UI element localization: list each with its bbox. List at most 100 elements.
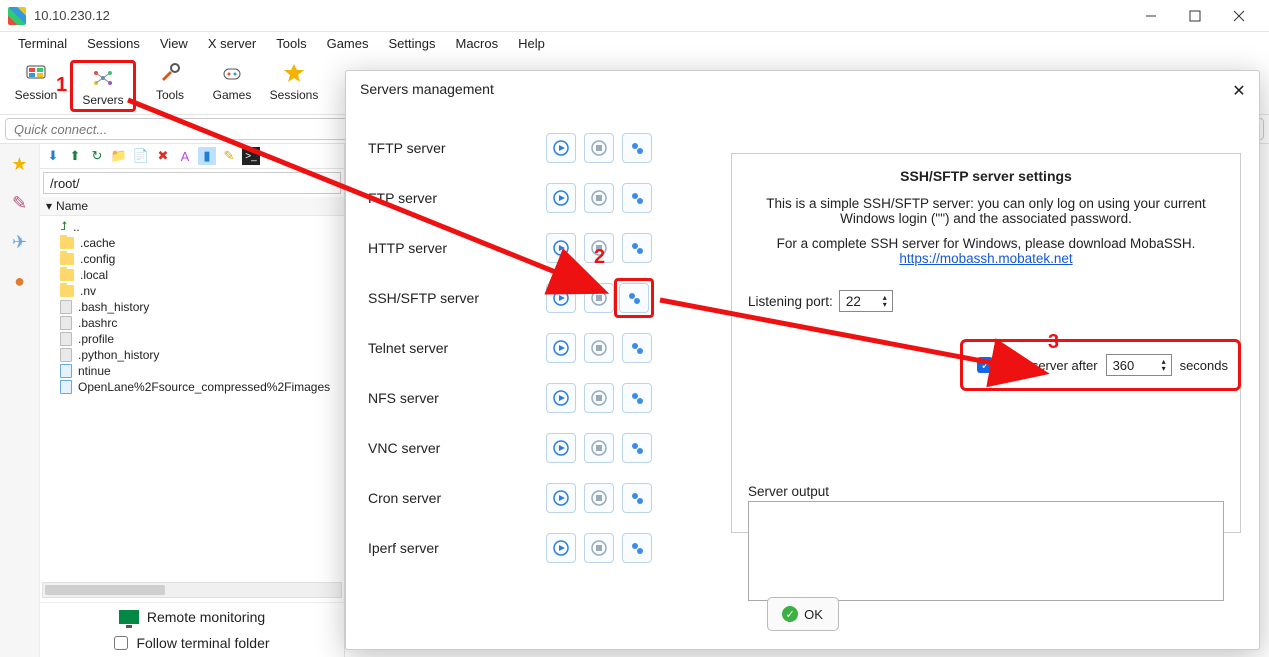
toolbar-sessions[interactable]: Sessions [266, 60, 322, 102]
stop-after-checkbox[interactable]: ✓ [977, 357, 993, 373]
menu-tools[interactable]: Tools [268, 36, 314, 51]
delete-icon[interactable]: ✖ [154, 147, 172, 165]
start-button[interactable] [546, 283, 576, 313]
props-icon[interactable]: A [176, 147, 194, 165]
menu-help[interactable]: Help [510, 36, 553, 51]
server-label: NFS server [368, 390, 538, 406]
terminal-icon[interactable]: >_ [242, 147, 260, 165]
server-label: VNC server [368, 440, 538, 456]
select-icon[interactable]: ▮ [198, 147, 216, 165]
sftp-file-list: ⮥.. .cache .config .local .nv .bash_hist… [40, 216, 344, 578]
file-row[interactable]: .bashrc [40, 315, 344, 331]
stop-button[interactable] [584, 533, 614, 563]
remote-monitoring[interactable]: Remote monitoring [50, 609, 334, 625]
file-row[interactable]: ntinue [40, 363, 344, 379]
stop-after-input[interactable]: 360 ▴▾ [1106, 354, 1172, 376]
start-button[interactable] [546, 233, 576, 263]
maximize-button[interactable] [1173, 2, 1217, 30]
file-row[interactable]: .nv [40, 283, 344, 299]
file-row[interactable]: .local [40, 267, 344, 283]
sftp-header: ▾ Name [40, 197, 344, 216]
close-button[interactable] [1217, 2, 1261, 30]
stop-button[interactable] [584, 133, 614, 163]
horizontal-scrollbar[interactable] [42, 582, 342, 598]
configure-button[interactable] [622, 383, 652, 413]
configure-button[interactable] [622, 233, 652, 263]
configure-button[interactable] [622, 433, 652, 463]
server-label: HTTP server [368, 240, 538, 256]
send-icon[interactable]: ✈ [12, 232, 27, 253]
annotation-2: 2 [594, 246, 605, 269]
server-row-nfs: NFS server [368, 373, 698, 423]
menu-games[interactable]: Games [319, 36, 377, 51]
start-button[interactable] [546, 533, 576, 563]
servers-management-dialog: ✕ Servers management TFTP server FTP ser… [345, 70, 1260, 650]
file-row-parent[interactable]: ⮥.. [40, 218, 344, 235]
stop-button[interactable] [584, 183, 614, 213]
stop-button[interactable] [584, 433, 614, 463]
edit-icon[interactable]: ✎ [220, 147, 238, 165]
start-button[interactable] [546, 433, 576, 463]
upload-icon[interactable]: ⬆ [66, 147, 84, 165]
file-row[interactable]: .cache [40, 235, 344, 251]
configure-button[interactable] [622, 183, 652, 213]
start-button[interactable] [546, 383, 576, 413]
new-file-icon[interactable]: 📄 [132, 147, 150, 165]
stop-button[interactable] [584, 483, 614, 513]
download-icon[interactable]: ⬇ [44, 147, 62, 165]
tools-strip-icon[interactable]: ✎ [12, 193, 27, 214]
menu-terminal[interactable]: Terminal [10, 36, 75, 51]
configure-button[interactable] [622, 483, 652, 513]
server-output: Server output [748, 484, 1224, 604]
minimize-button[interactable] [1129, 2, 1173, 30]
mobassh-link[interactable]: https://mobassh.mobatek.net [899, 251, 1072, 266]
toolbar-servers-label: Servers [82, 93, 123, 107]
spinner-icon[interactable]: ▴▾ [880, 294, 890, 308]
menu-macros[interactable]: Macros [447, 36, 506, 51]
file-row[interactable]: .config [40, 251, 344, 267]
menu-sessions[interactable]: Sessions [79, 36, 148, 51]
server-row-telnet: Telnet server [368, 323, 698, 373]
follow-terminal-folder[interactable]: Follow terminal folder [50, 635, 334, 651]
toolbar-games[interactable]: Games [204, 60, 260, 102]
check-icon: ✓ [782, 606, 798, 622]
new-folder-icon[interactable]: 📁 [110, 147, 128, 165]
server-output-textarea[interactable] [748, 501, 1224, 601]
start-button[interactable] [546, 333, 576, 363]
file-row[interactable]: .profile [40, 331, 344, 347]
menu-xserver[interactable]: X server [200, 36, 264, 51]
title-bar: 10.10.230.12 [0, 0, 1269, 32]
checkbox-icon[interactable] [114, 636, 128, 650]
server-row-iperf: Iperf server [368, 523, 698, 573]
start-button[interactable] [546, 483, 576, 513]
configure-button[interactable] [622, 133, 652, 163]
dialog-close-button[interactable]: ✕ [1225, 77, 1253, 105]
star-icon [281, 60, 307, 86]
server-label: SSH/SFTP server [368, 290, 538, 306]
sftp-path[interactable]: /root/ [43, 172, 341, 194]
menu-view[interactable]: View [152, 36, 196, 51]
start-button[interactable] [546, 183, 576, 213]
refresh-icon[interactable]: ↻ [88, 147, 106, 165]
menu-settings[interactable]: Settings [381, 36, 444, 51]
favorites-icon[interactable]: ★ [11, 154, 27, 175]
globe-icon[interactable]: ● [14, 271, 25, 292]
toolbar-servers[interactable]: Servers [75, 65, 131, 107]
file-row[interactable]: .bash_history [40, 299, 344, 315]
app-icon [8, 7, 26, 25]
spinner-icon[interactable]: ▴▾ [1159, 358, 1169, 372]
configure-button[interactable] [622, 333, 652, 363]
ok-button[interactable]: ✓ OK [767, 597, 839, 631]
toolbar-tools[interactable]: Tools [142, 60, 198, 102]
file-row[interactable]: .python_history [40, 347, 344, 363]
configure-button[interactable] [622, 533, 652, 563]
listening-port-input[interactable]: 22 ▴▾ [839, 290, 893, 312]
stop-button[interactable] [584, 383, 614, 413]
start-button[interactable] [546, 133, 576, 163]
stop-button[interactable] [584, 283, 614, 313]
file-row[interactable]: OpenLane%2Fsource_compressed%2Fimages [40, 379, 344, 395]
stop-after-unit: seconds [1180, 358, 1228, 373]
configure-button[interactable] [619, 283, 649, 313]
stop-button[interactable] [584, 333, 614, 363]
toolbar-servers-highlight: Servers [70, 60, 136, 112]
